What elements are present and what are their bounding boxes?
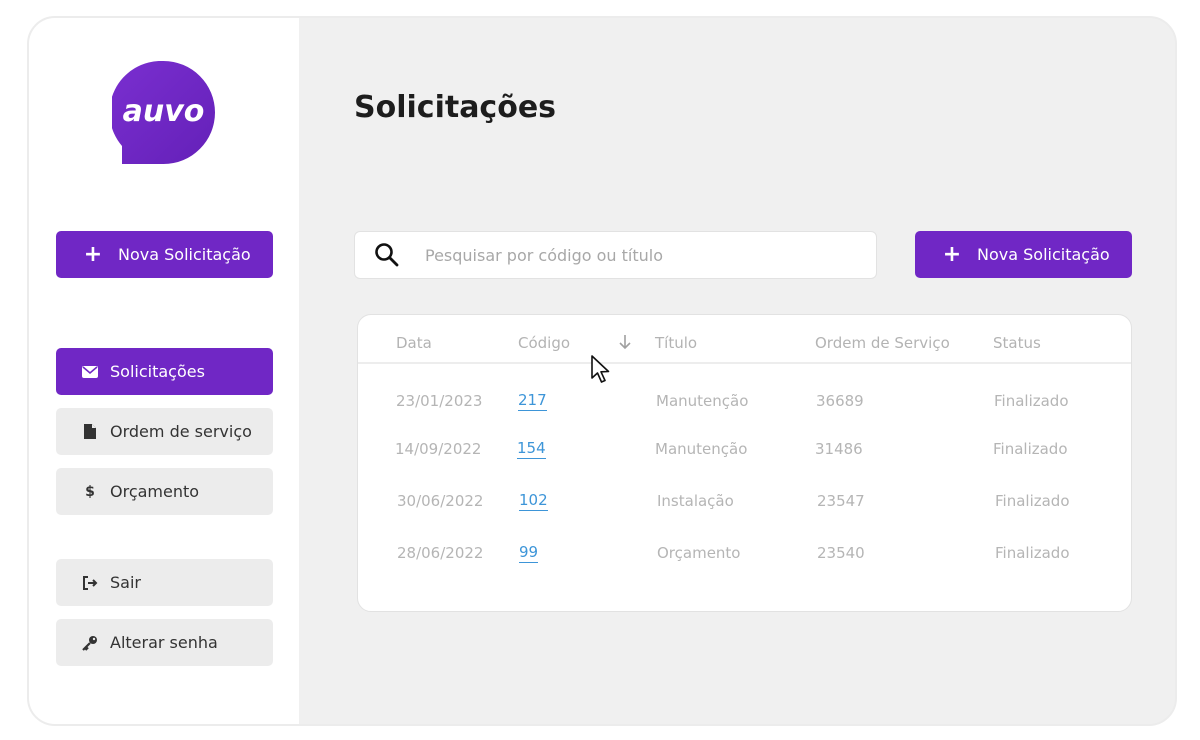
sidebar-item-label: Ordem de serviço	[110, 422, 252, 441]
logout-label: Sair	[110, 573, 141, 592]
document-icon	[82, 424, 98, 440]
cell-data: 23/01/2023	[396, 392, 483, 410]
cell-titulo: Manutenção	[655, 440, 748, 458]
cell-ordem: 36689	[816, 392, 864, 410]
sort-arrow-down-icon[interactable]	[618, 333, 632, 351]
cell-codigo-link[interactable]: 102	[519, 491, 548, 511]
cell-data: 14/09/2022	[395, 440, 482, 458]
sidebar-item-orcamento[interactable]: $ Orçamento	[56, 468, 273, 515]
cell-titulo: Orçamento	[657, 544, 741, 562]
search-box[interactable]	[354, 231, 877, 279]
column-header-titulo[interactable]: Título	[655, 334, 697, 352]
change-password-button[interactable]: Alterar senha	[56, 619, 273, 666]
sidebar-new-request-label: Nova Solicitação	[118, 245, 251, 264]
sidebar-item-ordem-de-servico[interactable]: Ordem de serviço	[56, 408, 273, 455]
cell-data: 30/06/2022	[397, 492, 484, 510]
new-request-button[interactable]: + Nova Solicitação	[915, 231, 1132, 278]
change-password-label: Alterar senha	[110, 633, 218, 652]
cell-data: 28/06/2022	[397, 544, 484, 562]
new-request-label: Nova Solicitação	[977, 245, 1110, 264]
sidebar-item-label: Solicitações	[110, 362, 205, 381]
mouse-cursor-icon	[591, 355, 610, 383]
plus-icon: +	[83, 241, 103, 267]
page-title: Solicitações	[354, 90, 557, 125]
dollar-icon: $	[85, 483, 95, 500]
column-header-data[interactable]: Data	[396, 334, 432, 352]
cell-status: Finalizado	[995, 492, 1070, 510]
logo-text: auvo	[123, 94, 205, 129]
logout-button[interactable]: Sair	[56, 559, 273, 606]
cell-codigo-link[interactable]: 154	[517, 439, 546, 459]
cell-status: Finalizado	[993, 440, 1068, 458]
logo-bubble-icon: auvo	[112, 61, 215, 164]
cell-ordem: 23540	[817, 544, 865, 562]
cell-titulo: Instalação	[657, 492, 734, 510]
cell-ordem: 31486	[815, 440, 863, 458]
column-header-ordem[interactable]: Ordem de Serviço	[815, 334, 950, 352]
sidebar-new-request-button[interactable]: + Nova Solicitação	[56, 231, 273, 278]
key-icon	[82, 635, 98, 651]
requests-table: Data Código Título Ordem de Serviço Stat…	[357, 314, 1132, 612]
auvo-logo[interactable]: auvo	[112, 61, 215, 164]
cell-codigo-link[interactable]: 99	[519, 543, 539, 563]
plus-icon: +	[942, 241, 962, 267]
search-icon	[374, 242, 400, 268]
envelope-icon	[82, 364, 98, 380]
column-header-status[interactable]: Status	[993, 334, 1041, 352]
sidebar-item-label: Orçamento	[110, 482, 200, 501]
cell-status: Finalizado	[995, 544, 1070, 562]
table-header: Data Código Título Ordem de Serviço Stat…	[358, 315, 1131, 364]
cell-titulo: Manutenção	[656, 392, 749, 410]
sidebar: auvo + Nova Solicitação Solicitações Ord…	[29, 18, 299, 724]
logout-icon	[82, 575, 98, 591]
cell-ordem: 23547	[817, 492, 865, 510]
search-input[interactable]	[423, 244, 847, 266]
cell-codigo-link[interactable]: 217	[518, 391, 547, 411]
column-header-codigo[interactable]: Código	[518, 334, 570, 352]
cell-status: Finalizado	[994, 392, 1069, 410]
sidebar-item-solicitacoes[interactable]: Solicitações	[56, 348, 273, 395]
